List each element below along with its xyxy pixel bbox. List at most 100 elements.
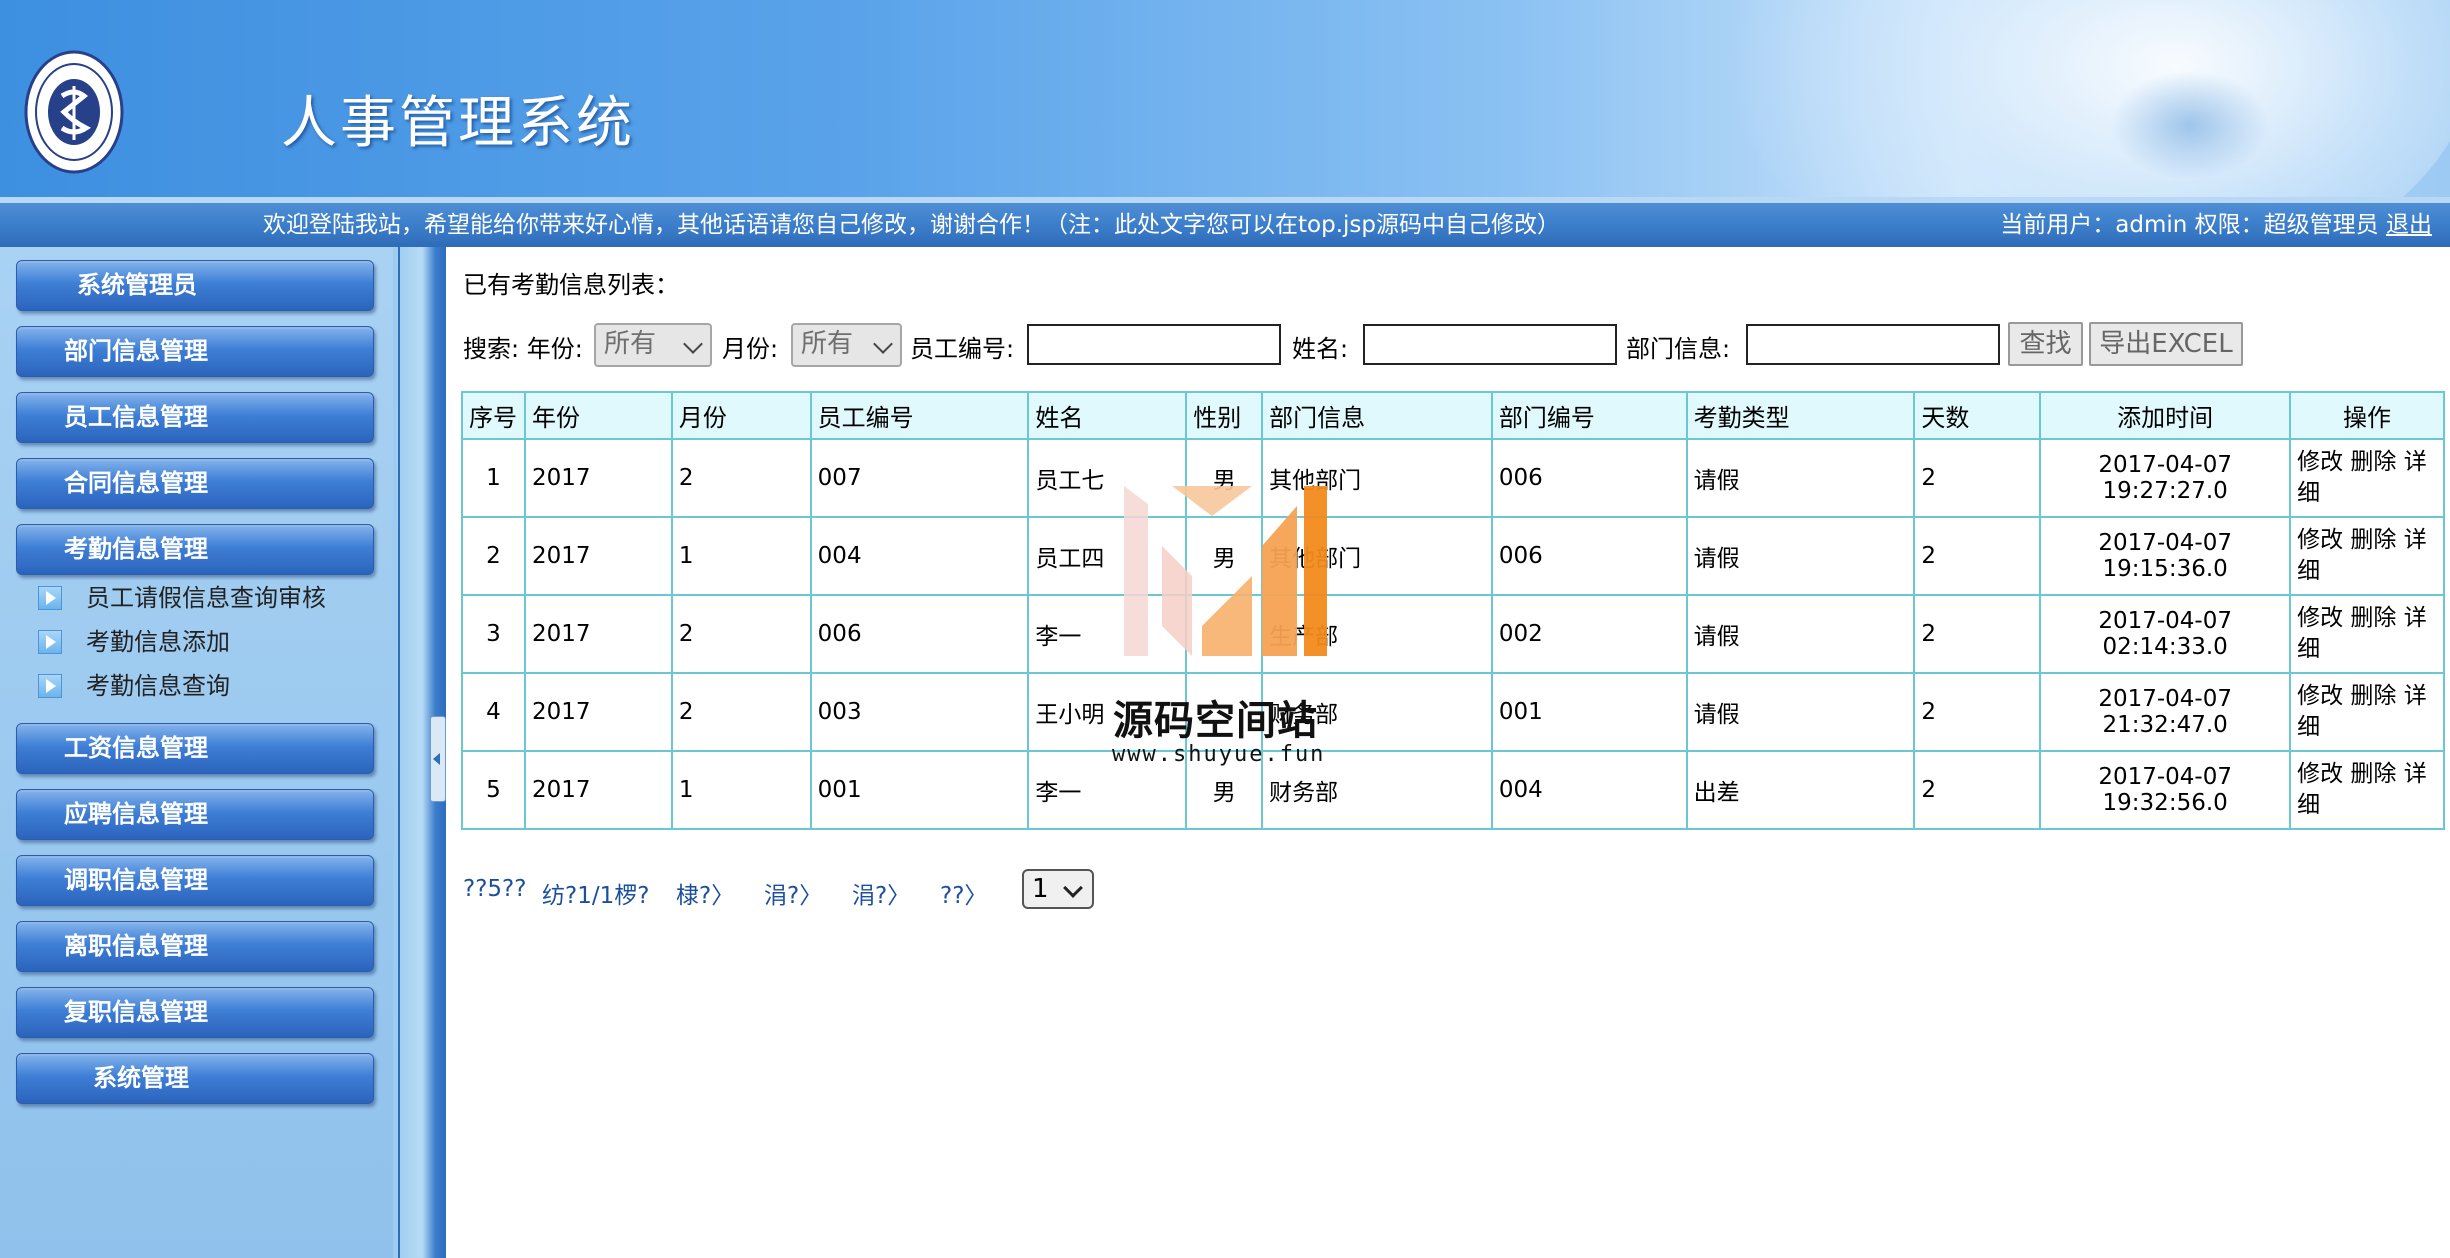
- delete-link[interactable]: 删除: [2350, 449, 2396, 475]
- arrow-right-icon: [38, 630, 62, 654]
- table-cell-days: 2: [1913, 672, 2042, 752]
- sidebar-item-attendance[interactable]: 考勤信息管理: [16, 524, 374, 575]
- table-cell-emp-no: 006: [809, 594, 1030, 674]
- sidebar-item-transfer[interactable]: 调职信息管理: [16, 855, 374, 906]
- edit-link[interactable]: 修改: [2297, 527, 2343, 553]
- month-label: 月份:: [722, 335, 779, 363]
- table-cell-dept-no: 006: [1490, 438, 1688, 518]
- delete-link[interactable]: 删除: [2350, 605, 2396, 631]
- pager-prev-link[interactable]: 涓?〉: [764, 876, 822, 910]
- name-label: 姓名:: [1292, 335, 1349, 363]
- employee-no-input[interactable]: [1027, 324, 1281, 365]
- university-logo: [24, 50, 124, 174]
- delete-link[interactable]: 删除: [2350, 761, 2396, 787]
- department-input[interactable]: [1746, 324, 2000, 365]
- arrow-right-icon: [38, 586, 62, 610]
- pager-next-link[interactable]: 涓?〉: [852, 876, 910, 910]
- table-cell-year: 2017: [523, 516, 673, 596]
- edit-link[interactable]: 修改: [2297, 449, 2343, 475]
- column-header: 添加时间: [2039, 391, 2292, 440]
- banner-decoration: [2110, 70, 2270, 180]
- banner-decoration: [1720, 0, 2450, 197]
- table-cell-emp-no: 004: [809, 516, 1030, 596]
- search-button[interactable]: 查找: [2008, 322, 2083, 366]
- main-content: 已有考勤信息列表： 搜索: 年份: 所有 月份: 所有 员工编号: 姓名: 部门…: [446, 247, 2450, 1258]
- year-select[interactable]: 所有: [594, 323, 712, 367]
- delete-link[interactable]: 删除: [2350, 527, 2396, 553]
- table-cell-month: 1: [670, 516, 812, 596]
- sidebar-item-label: 员工信息管理: [64, 403, 208, 431]
- table-cell-dept-no: 002: [1490, 594, 1688, 674]
- column-header: 员工编号: [809, 391, 1030, 440]
- employee-no-label: 员工编号:: [910, 335, 1015, 363]
- table-cell-actions: 修改 删除 详细: [2289, 672, 2445, 752]
- table-cell-time: 2017-04-07 02:14:33.0: [2039, 594, 2292, 674]
- current-user-text: 当前用户：admin 权限：超级管理员: [2000, 212, 2386, 238]
- table-cell-type: 出差: [1685, 750, 1916, 830]
- logout-link[interactable]: 退出: [2386, 212, 2432, 238]
- table-cell-time: 2017-04-07 19:27:27.0: [2039, 438, 2292, 518]
- list-title: 已有考勤信息列表：: [463, 271, 679, 299]
- column-header: 部门编号: [1490, 391, 1688, 440]
- delete-link[interactable]: 删除: [2350, 683, 2396, 709]
- edit-link[interactable]: 修改: [2297, 683, 2343, 709]
- column-header: 部门信息: [1261, 391, 1493, 440]
- sidebar-item-system[interactable]: 系统管理: [16, 1053, 374, 1104]
- table-cell-time: 2017-04-07 21:32:47.0: [2039, 672, 2292, 752]
- table-cell-actions: 修改 删除 详细: [2289, 594, 2445, 674]
- sidebar-item-department[interactable]: 部门信息管理: [16, 326, 374, 377]
- table-cell-month: 2: [670, 594, 812, 674]
- sidebar-subitem-label: 考勤信息添加: [86, 628, 230, 656]
- table-cell-month: 1: [670, 750, 812, 830]
- search-bar: 搜索: 年份: 所有 月份: 所有 员工编号: 姓名: 部门信息: 查找 导出E…: [463, 321, 2443, 367]
- sidebar-item-contract[interactable]: 合同信息管理: [16, 458, 374, 509]
- pager-last-link[interactable]: ??〉: [940, 876, 987, 910]
- sidebar-item-label: 复职信息管理: [64, 998, 208, 1026]
- table-row: 1 2017 2 007 员工七男其他部门 006 请假 2 2017-04-07 19:27:…: [461, 438, 2445, 518]
- table-cell-no: 2: [461, 516, 526, 596]
- table-row: 220171004员工四男其他部门006请假22017-04-07 19:15:…: [461, 516, 2445, 596]
- column-header: 序号: [461, 391, 526, 440]
- sidebar-item-recruitment[interactable]: 应聘信息管理: [16, 789, 374, 840]
- table-cell-actions: 修改 删除 详细: [2289, 516, 2445, 596]
- sidebar-item-label: 系统管理: [93, 1064, 189, 1092]
- sidebar-item-resignation[interactable]: 离职信息管理: [16, 921, 374, 972]
- table-row: 4 2017 2 003 王小明 财务部 001 请假 2 2017-04-07 21:32:47…: [461, 672, 2445, 752]
- column-header: 月份: [670, 391, 812, 440]
- chevron-down-icon: [683, 334, 703, 354]
- edit-link[interactable]: 修改: [2297, 761, 2343, 787]
- pagination: ??5?? 纺?1/1椤? 棣?〉 涓?〉 涓?〉 ??〉 1: [463, 866, 1263, 910]
- arrow-right-icon: [38, 674, 62, 698]
- table-cell-days: 2: [1913, 516, 2042, 596]
- sidebar-collapse-handle[interactable]: [430, 716, 446, 802]
- chevron-down-icon: [1063, 878, 1083, 898]
- sidebar-item-label: 部门信息管理: [64, 337, 208, 365]
- table-header-row: 序号 年份 月份 员工编号 姓名 性别 部门信息 部门编号 考勤类型 天数 添加…: [461, 391, 2445, 440]
- table-cell-no: 1: [461, 438, 526, 518]
- table-cell-month: 2: [670, 672, 812, 752]
- table-cell-days: 2: [1913, 438, 2042, 518]
- column-header: 性别: [1185, 391, 1264, 440]
- sidebar-item-system-admin[interactable]: 系统管理员: [16, 260, 374, 311]
- column-header: 姓名: [1027, 391, 1188, 440]
- table-cell-type: 请假: [1685, 438, 1916, 518]
- edit-link[interactable]: 修改: [2297, 605, 2343, 631]
- month-select-value: 所有: [801, 329, 854, 359]
- table-cell-dept-no: 001: [1490, 672, 1688, 752]
- export-excel-button[interactable]: 导出EXCEL: [2089, 322, 2243, 366]
- table-cell-time: 2017-04-07 19:15:36.0: [2039, 516, 2292, 596]
- pager-first-link[interactable]: 棣?〉: [676, 876, 734, 910]
- table-cell-emp-no: 003: [809, 672, 1030, 752]
- table-cell-emp-no: 007: [809, 438, 1030, 518]
- table-row: 5 2017 1 001 李一男财务部 004 出差 2 2017-04-07 19:32:56…: [461, 750, 2445, 830]
- sidebar-item-employee[interactable]: 员工信息管理: [16, 392, 374, 443]
- table-cell-type: 请假: [1685, 594, 1916, 674]
- column-header: 考勤类型: [1685, 391, 1916, 440]
- name-input[interactable]: [1363, 324, 1617, 365]
- sidebar-item-label: 应聘信息管理: [64, 800, 208, 828]
- sidebar-divider-line: [398, 247, 400, 1258]
- sidebar-item-salary[interactable]: 工资信息管理: [16, 723, 374, 774]
- page-select[interactable]: 1: [1022, 869, 1094, 909]
- sidebar-item-reinstatement[interactable]: 复职信息管理: [16, 987, 374, 1038]
- month-select[interactable]: 所有: [791, 323, 902, 367]
